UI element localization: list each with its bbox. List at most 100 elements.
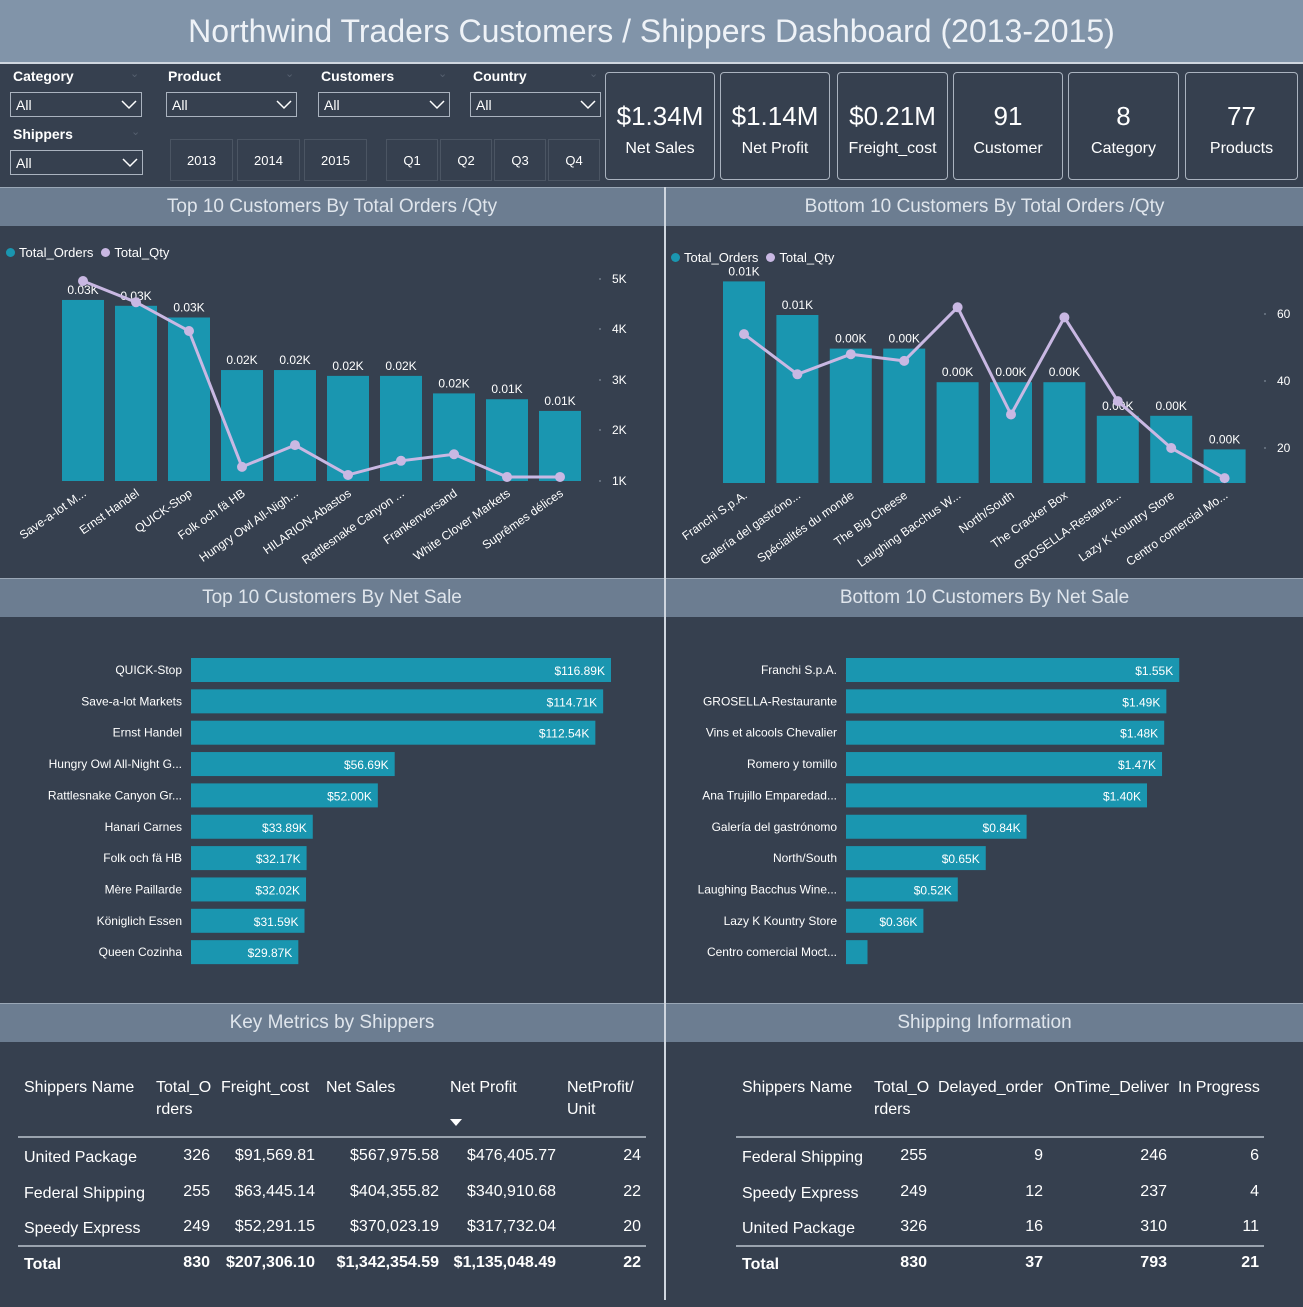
bar-data-label: 0.00K [889,332,920,346]
table-row: Federal Shipping 255 $63,445.14 $404,355.82… [18,1183,646,1205]
y-axis-label: Lazy K Kountry Store [724,914,838,928]
y2-tick-label: 40 [1277,374,1291,388]
bar-data-label: $1.40K [1103,789,1141,803]
line-point-total-qty [1166,443,1177,453]
x-axis-label: Lazy K Kountry Store [1076,488,1177,565]
y-axis-label: Folk och fä HB [103,851,182,865]
bar-net-sale [846,783,1147,808]
bar-total-orders [168,317,210,481]
table-cell: $340,910.68 [467,1182,556,1200]
y-axis-label: North/South [773,851,837,865]
bar-data-label: $114.71K [547,695,598,709]
y-axis-label: Save-a-lot Markets [81,694,182,708]
column-header[interactable]: NetProfit/ Unit [561,1077,646,1121]
column-header[interactable]: Total_O rders [150,1077,215,1121]
table-divider [18,1245,646,1247]
total-cell: 21 [1241,1254,1259,1271]
column-header[interactable]: Net Profit [444,1077,561,1121]
table-cell: $404,355.82 [350,1182,439,1200]
shipper-name: United Package [742,1220,855,1237]
shipper-name: Federal Shipping [24,1184,145,1202]
x-axis-label: Galería del gastróno... [698,488,803,568]
bar-total-orders [539,410,581,481]
total-cell: 793 [1140,1254,1167,1271]
bar-data-label: 0.00K [1156,399,1187,413]
bar-data-label: 0.02K [332,359,363,373]
shipper-name: Speedy Express [742,1184,859,1202]
bar-data-label: 0.01K [782,298,813,312]
table-cell: 20 [623,1218,641,1235]
y2-tick-mark [599,278,601,280]
bar-data-label: $112.54K [539,727,590,741]
bar-total-orders [115,305,157,481]
table-cell: 16 [1025,1218,1043,1235]
bar-net-sale [846,689,1167,714]
y2-tick-label: 4K [612,322,627,336]
bar-data-label: $56.69K [344,758,389,772]
column-header[interactable]: In Progress [1172,1077,1264,1121]
column-header[interactable]: Shippers Name [18,1077,150,1121]
table-cell: 246 [1140,1147,1167,1164]
bar-data-label: 0.02K [279,353,310,367]
table-cell: $63,445.14 [234,1182,315,1200]
table-row: Federal Shipping 255 9 246 6 [736,1147,1264,1169]
x-axis-label: Ernst Handel [77,486,142,537]
column-header[interactable]: Shippers Name [736,1077,868,1121]
bar-net-sale [846,658,1180,682]
column-header[interactable]: Freight_cost [215,1077,320,1121]
bar-data-label: 0.00K [835,332,866,346]
bar-data-label: 0.01K [728,264,759,278]
bar-net-sale [846,940,868,965]
table-cell: $52,291.15 [234,1218,315,1235]
table-cell: 22 [623,1182,641,1200]
column-header[interactable]: Total_O rders [868,1077,932,1121]
total-cell: 37 [1025,1254,1043,1271]
total-label: Total [742,1256,780,1273]
bar-data-label: 0.03K [173,300,204,314]
table-divider [736,1136,1264,1138]
y2-tick-label: 20 [1277,441,1291,455]
bar-total-orders [936,382,979,483]
line-point-total-qty [1059,312,1070,323]
line-point-total-qty [739,329,749,340]
column-header[interactable]: Delayed_order [932,1077,1048,1121]
line-point-total-qty [237,461,247,472]
table-total-row: Total 830 $207,306.10 $1,342,354.59 $1,135,0… [18,1254,646,1276]
bar-data-label: $0.52K [914,883,952,897]
y2-tick-mark [599,480,601,482]
table-header-row: Shippers Name Total_O rders Freight_cost Ne… [18,1077,646,1121]
column-header[interactable]: OnTime_Deliver [1048,1077,1172,1121]
line-point-total-qty [290,440,300,451]
total-cell: 830 [900,1254,927,1271]
x-axis-label: Centro comercial Mo... [1123,488,1230,569]
bar-net-sale [846,720,1165,745]
table-cell: 310 [1140,1218,1167,1235]
bar-total-orders [723,281,765,483]
sort-descending-icon[interactable] [450,1119,462,1126]
x-axis-label: Rattlesnake Canyon ... [299,486,406,567]
line-point-total-qty [555,471,565,482]
table-cell: 326 [183,1147,210,1164]
bar-total-orders [486,399,528,481]
bar-total-orders [62,299,104,481]
y-axis-label: Königlich Essen [97,914,182,928]
y2-tick-mark [1264,313,1266,315]
bar-data-label: 0.00K [942,365,973,379]
y2-tick-label: 1K [612,474,627,488]
table-cell: 12 [1025,1182,1043,1200]
y2-tick-label: 60 [1277,307,1291,321]
line-point-total-qty [952,302,963,313]
y2-tick-label: 2K [612,423,627,437]
table-header-row: Shippers Name Total_O rders Delayed_order O… [736,1077,1264,1121]
line-point-total-qty [1219,473,1230,484]
line-point-total-qty [343,469,353,480]
bar-data-label: $116.89K [554,664,605,678]
column-header[interactable]: Net Sales [320,1077,444,1121]
bar-total-orders [433,393,475,481]
table-cell: 9 [1034,1147,1043,1164]
bar-data-label: 0.02K [226,353,257,367]
bar-data-label: 0.00K [995,365,1026,379]
table-divider [736,1245,1264,1247]
y2-tick-mark [599,429,601,431]
line-point-total-qty [78,276,88,287]
